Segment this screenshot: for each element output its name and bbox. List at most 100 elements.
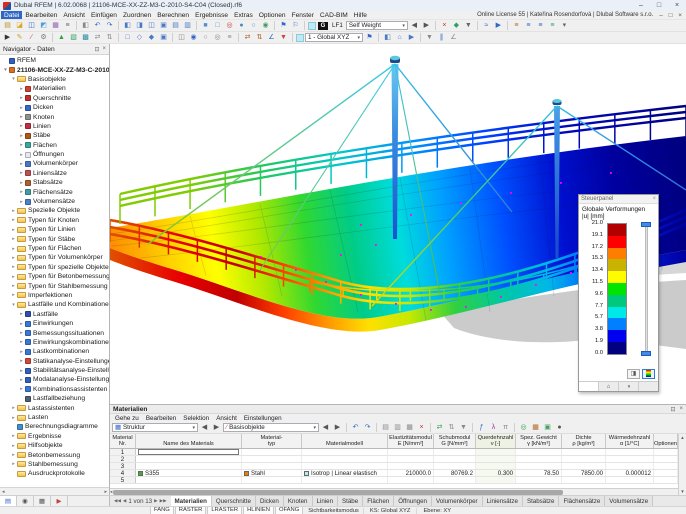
table-close-icon[interactable]: × <box>679 406 683 413</box>
tree-item-basisobjekte[interactable]: ▾Basisobjekte <box>0 75 109 84</box>
column-header-typ[interactable]: Material-typ <box>242 434 302 448</box>
scroll-down-icon[interactable]: ▼ <box>680 489 684 494</box>
export-excel-icon[interactable]: ⇄ <box>434 423 445 433</box>
cell-modell[interactable] <box>302 456 388 462</box>
tree-expander-icon[interactable]: ▸ <box>18 321 25 327</box>
menu-einf-gen[interactable]: Einfügen <box>88 11 120 19</box>
tree-expander-icon[interactable]: ▸ <box>18 330 25 336</box>
tree-expander-icon[interactable]: ▸ <box>18 349 25 355</box>
name-edit-input[interactable] <box>138 449 239 455</box>
new-file-icon[interactable]: ▤ <box>2 21 13 31</box>
jump-back-icon[interactable]: ↶ <box>350 423 361 433</box>
cell-nu[interactable] <box>476 477 516 483</box>
tree-expander-icon[interactable]: ▸ <box>10 255 17 261</box>
table-tab-stabsätze[interactable]: Stabsätze <box>523 496 560 506</box>
filter-icon[interactable]: ▼ <box>458 423 469 433</box>
cell-rho[interactable]: 7850.00 <box>562 470 606 476</box>
table-menu-einstellungen[interactable]: Einstellungen <box>241 415 285 422</box>
tree-expander-icon[interactable]: ▸ <box>18 368 25 374</box>
cell-nr[interactable]: 4 <box>110 470 136 476</box>
snap-toggle-hlinien[interactable]: HLINIEN <box>243 507 274 514</box>
table-edit-icon[interactable]: ▥ <box>392 423 403 433</box>
column-header-opt[interactable]: Optionen <box>654 434 678 448</box>
render-solid-icon[interactable]: ■ <box>200 21 211 31</box>
steuerpanel-close-icon[interactable]: × <box>652 196 656 202</box>
nav-tab-zeigen[interactable]: ◉ <box>17 496 34 506</box>
script-icon[interactable]: λ <box>488 423 499 433</box>
tree-item-dicken[interactable]: ▸Dicken <box>0 103 109 112</box>
cell-name[interactable]: S355 <box>136 470 242 476</box>
walk-mode-icon[interactable]: ▶ <box>406 33 417 43</box>
tree-item-modalanalyse-einstellungen[interactable]: ▸Modalanalyse-Einstellungen <box>0 375 109 384</box>
table-tab-flächen[interactable]: Flächen <box>363 496 394 506</box>
table-row[interactable]: 1 <box>110 449 686 456</box>
tree-item-linien[interactable]: ▸Linien <box>0 122 109 131</box>
cell-opt[interactable] <box>654 449 678 455</box>
units-icon[interactable]: π <box>500 423 511 433</box>
panel-navigator-icon[interactable]: ◧ <box>122 21 133 31</box>
cell-alpha[interactable] <box>606 477 654 483</box>
result-values-icon[interactable]: ▼ <box>463 21 474 31</box>
table-tab-volumenkörper[interactable]: Volumenkörper <box>432 496 483 506</box>
tree-item-betonbemessung[interactable]: ▸Betonbemessung <box>0 450 109 459</box>
snap-toggle-fang[interactable]: FANG <box>150 507 174 514</box>
table-menu-ansicht[interactable]: Ansicht <box>213 415 240 422</box>
zoom-in-icon[interactable]: ● <box>236 21 247 31</box>
tree-expander-icon[interactable]: ▸ <box>10 246 17 252</box>
table-menu-selektion[interactable]: Selektion <box>180 415 212 422</box>
cell-typ[interactable] <box>242 456 302 462</box>
tree-expander-icon[interactable]: ▸ <box>18 123 25 129</box>
mirror-y-icon[interactable]: ⇅ <box>254 33 265 43</box>
numbering-1-icon[interactable]: ≡ <box>511 21 522 31</box>
tree-item-bemessungssituationen[interactable]: ▸Bemessungssituationen <box>0 328 109 337</box>
navigator-float-icon[interactable]: ⊡ <box>94 46 99 53</box>
cell-nr[interactable]: 1 <box>110 449 136 455</box>
tree-item-typen-für-spezielle-objekte[interactable]: ▸Typen für spezielle Objekte <box>0 263 109 272</box>
cell-alpha[interactable] <box>606 456 654 462</box>
next-page-icon[interactable]: ▶ <box>154 498 157 504</box>
redo-icon[interactable]: ↷ <box>104 21 115 31</box>
table-menu-gehe-zu[interactable]: Gehe zu <box>112 415 142 422</box>
table-tab-öffnungen[interactable]: Öffnungen <box>394 496 432 506</box>
open-folder-icon[interactable]: ◪ <box>14 21 25 31</box>
cell-nu[interactable] <box>476 463 516 469</box>
zoom-window-icon[interactable]: ◎ <box>224 21 235 31</box>
nav-tab-bewegung[interactable]: ▶ <box>51 496 68 506</box>
slider-max-handle[interactable] <box>641 222 651 227</box>
copy-icon[interactable]: ◧ <box>80 21 91 31</box>
tree-item-ergebnisse[interactable]: ▸Ergebnisse <box>0 432 109 441</box>
import-icon[interactable]: ⇅ <box>446 423 457 433</box>
table-tab-materialien[interactable]: Materialien <box>171 496 212 506</box>
cell-gamma[interactable] <box>516 449 562 455</box>
cell-nu[interactable]: 0.300 <box>476 470 516 476</box>
undo-icon[interactable]: ↶ <box>92 21 103 31</box>
panel-full-icon[interactable]: ▥ <box>182 21 193 31</box>
isosurface-button[interactable]: ◨ <box>627 369 640 379</box>
cell-name[interactable] <box>136 463 242 469</box>
table-vscrollbar[interactable]: ▲ ▼ <box>678 434 686 495</box>
angle-icon[interactable]: ∠ <box>448 33 459 43</box>
tree-item-typen-für-flächen[interactable]: ▸Typen für Flächen <box>0 244 109 253</box>
tree-item-21106-mce-xx-zz-m3-c-2010-s4-c04-c[interactable]: ▾21106-MCE-XX-ZZ-M3-C-2010-S4-C04 (Clos <box>0 65 109 74</box>
column-header-rho[interactable]: Dichteρ [kg/m³] <box>562 434 606 448</box>
scroll-up-icon[interactable]: ▲ <box>680 435 684 440</box>
ks-icon[interactable]: ⚑ <box>364 33 375 43</box>
hide-objects-icon[interactable]: ○ <box>200 33 211 43</box>
model-viewport[interactable]: Steuerpanel × Globale Verformungen |u| [… <box>110 44 686 405</box>
insert-member-icon[interactable]: ▲ <box>56 33 67 43</box>
table-tab-linien[interactable]: Linien <box>313 496 339 506</box>
clip-plane-icon[interactable]: ⚑ <box>278 21 289 31</box>
tree-expander-icon[interactable]: ▸ <box>18 114 25 120</box>
table-tab-liniensätze[interactable]: Liniensätze <box>483 496 523 506</box>
panel-tab-factors[interactable]: ⌂ <box>599 382 619 391</box>
clip-box-icon[interactable]: ⚐ <box>290 21 301 31</box>
slider-min-handle[interactable] <box>641 351 651 356</box>
combo2-prev-icon[interactable]: ◀ <box>320 423 331 433</box>
table-tab-stäbe[interactable]: Stäbe <box>338 496 363 506</box>
tree-item-einwirkungskombinationen[interactable]: ▸Einwirkungskombinationen <box>0 338 109 347</box>
tree-item-flächensätze[interactable]: ▸Flächensätze <box>0 187 109 196</box>
tree-item-querschnitte[interactable]: ▸Querschnitte <box>0 94 109 103</box>
menu-datei[interactable]: Datei <box>1 11 22 19</box>
new-window-icon[interactable]: ◧ <box>382 33 393 43</box>
maximize-button[interactable]: □ <box>653 2 665 9</box>
